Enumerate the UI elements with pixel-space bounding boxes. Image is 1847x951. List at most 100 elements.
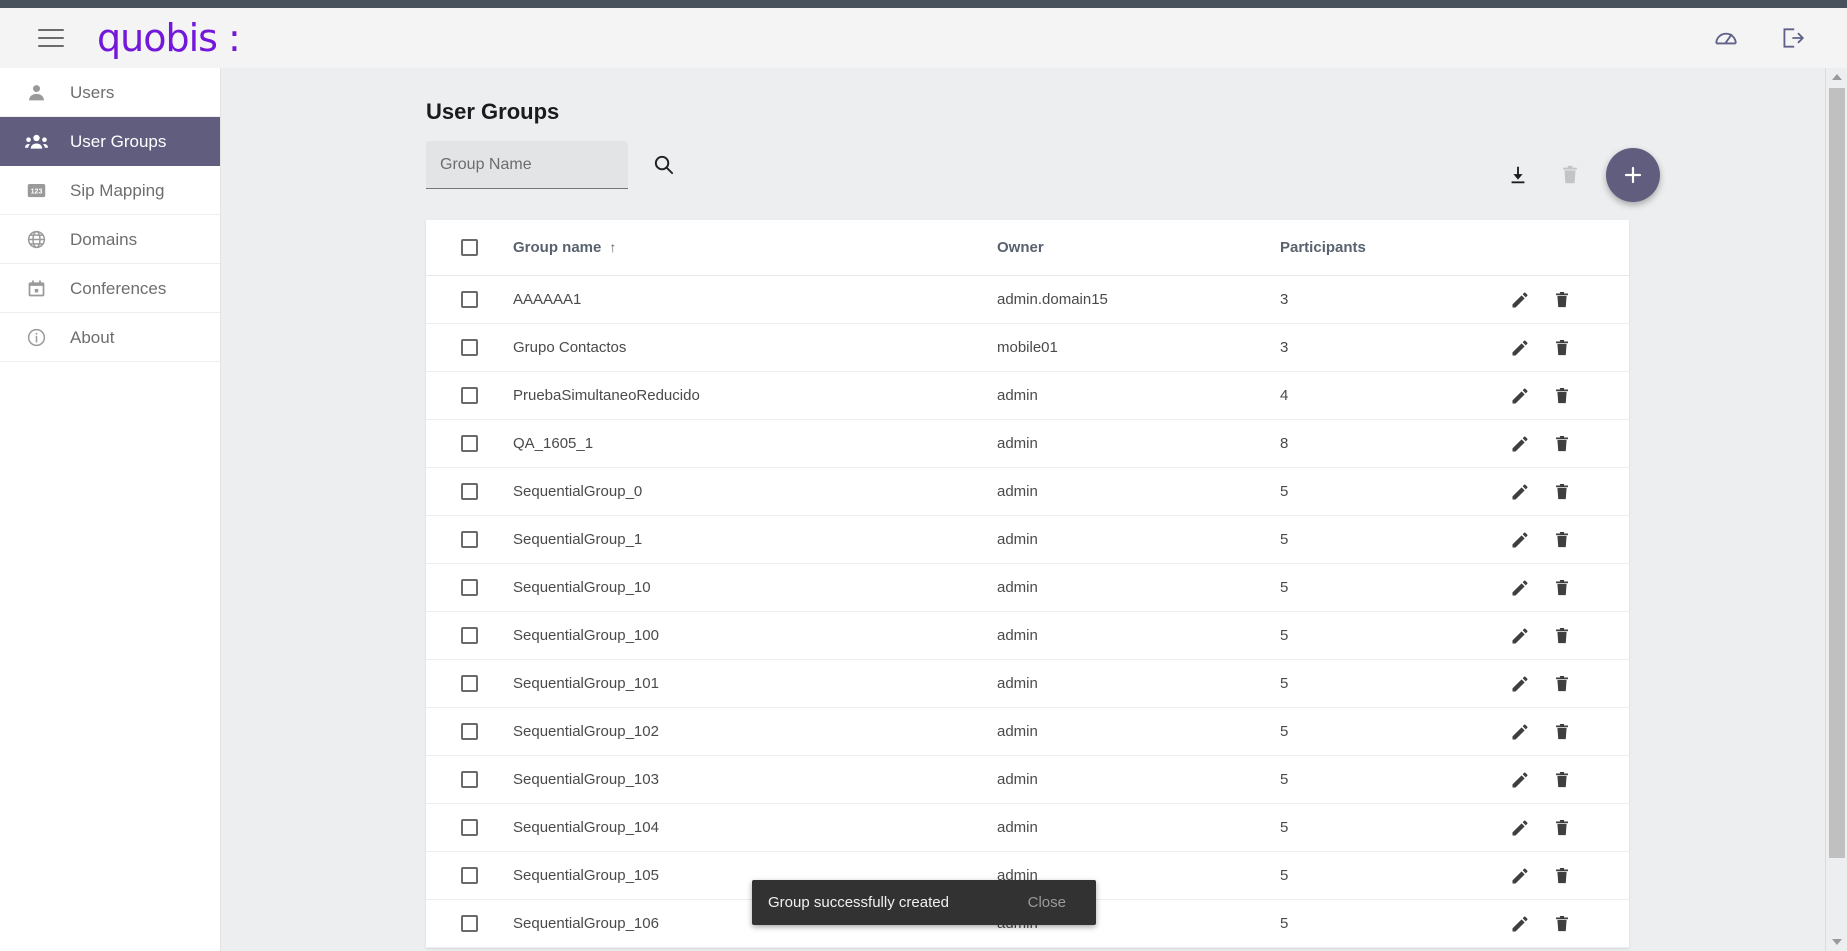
sidebar-item-sip-mapping[interactable]: 123 Sip Mapping — [0, 166, 220, 215]
edit-icon[interactable] — [1510, 290, 1530, 310]
delete-icon[interactable] — [1552, 866, 1572, 886]
table-row[interactable]: SequentialGroup_104 admin 5 — [426, 804, 1629, 852]
edit-icon[interactable] — [1510, 386, 1530, 406]
row-checkbox[interactable] — [460, 387, 478, 404]
appbar-actions — [1713, 25, 1805, 51]
row-checkbox[interactable] — [460, 819, 478, 836]
delete-icon[interactable] — [1552, 818, 1572, 838]
sidebar-item-domains[interactable]: Domains — [0, 215, 220, 264]
cell-participants: 5 — [1280, 723, 1289, 740]
page-scrollbar[interactable] — [1825, 68, 1847, 951]
delete-icon[interactable] — [1552, 530, 1572, 550]
cell-participants: 5 — [1280, 771, 1289, 788]
delete-icon[interactable] — [1552, 722, 1572, 742]
column-header-participants[interactable]: Participants — [1280, 239, 1495, 256]
group-icon — [22, 129, 50, 153]
scroll-down-icon[interactable] — [1826, 933, 1847, 951]
cell-group-name: AAAAAA1 — [513, 291, 582, 308]
cell-participants: 5 — [1280, 579, 1289, 596]
row-actions — [1495, 674, 1629, 694]
edit-icon[interactable] — [1510, 818, 1530, 838]
sidebar-item-users[interactable]: Users — [0, 68, 220, 117]
table-row[interactable]: SequentialGroup_101 admin 5 — [426, 660, 1629, 708]
row-checkbox[interactable] — [460, 675, 478, 692]
logout-icon[interactable] — [1779, 25, 1805, 51]
search-input[interactable] — [440, 155, 614, 174]
row-checkbox[interactable] — [460, 531, 478, 548]
delete-icon[interactable] — [1552, 338, 1572, 358]
table-row[interactable]: SequentialGroup_1 admin 5 — [426, 516, 1629, 564]
edit-icon[interactable] — [1510, 338, 1530, 358]
row-checkbox[interactable] — [460, 627, 478, 644]
app-bar: quobis : — [0, 8, 1847, 68]
column-header-label: Group name — [513, 239, 602, 256]
sidebar-item-conferences[interactable]: Conferences — [0, 264, 220, 313]
edit-icon[interactable] — [1510, 722, 1530, 742]
cell-participants: 5 — [1280, 531, 1289, 548]
search-icon[interactable] — [652, 153, 675, 181]
edit-icon[interactable] — [1510, 578, 1530, 598]
row-checkbox[interactable] — [460, 915, 478, 932]
sidebar-item-about[interactable]: About — [0, 313, 220, 362]
cell-group-name: SequentialGroup_0 — [513, 483, 643, 500]
search-field[interactable] — [426, 141, 628, 189]
edit-icon[interactable] — [1510, 914, 1530, 934]
delete-icon[interactable] — [1544, 149, 1596, 201]
dashboard-icon[interactable] — [1713, 25, 1739, 51]
table-row[interactable]: Grupo Contactos mobile01 3 — [426, 324, 1629, 372]
row-select-cell — [426, 723, 512, 740]
row-select-cell — [426, 483, 512, 500]
row-checkbox[interactable] — [460, 723, 478, 740]
row-actions — [1495, 530, 1629, 550]
table-row[interactable]: SequentialGroup_102 admin 5 — [426, 708, 1629, 756]
table-row[interactable]: QA_1605_1 admin 8 — [426, 420, 1629, 468]
cell-owner: admin — [997, 771, 1038, 788]
row-checkbox[interactable] — [460, 579, 478, 596]
edit-icon[interactable] — [1510, 674, 1530, 694]
delete-icon[interactable] — [1552, 386, 1572, 406]
table-row[interactable]: SequentialGroup_103 admin 5 — [426, 756, 1629, 804]
hamburger-icon[interactable] — [38, 29, 64, 47]
row-checkbox[interactable] — [460, 291, 478, 308]
delete-icon[interactable] — [1552, 434, 1572, 454]
scroll-up-icon[interactable] — [1826, 68, 1847, 86]
table-row[interactable]: SequentialGroup_0 admin 5 — [426, 468, 1629, 516]
row-checkbox[interactable] — [460, 435, 478, 452]
row-actions — [1495, 290, 1629, 310]
edit-icon[interactable] — [1510, 434, 1530, 454]
edit-icon[interactable] — [1510, 770, 1530, 790]
edit-icon[interactable] — [1510, 626, 1530, 646]
delete-icon[interactable] — [1552, 770, 1572, 790]
user-groups-table: Group name ↑ Owner Participants AAAAAA1 ad… — [426, 220, 1629, 948]
table-row[interactable]: SequentialGroup_100 admin 5 — [426, 612, 1629, 660]
download-icon[interactable] — [1492, 149, 1544, 201]
row-actions — [1495, 338, 1629, 358]
table-row[interactable]: SequentialGroup_10 admin 5 — [426, 564, 1629, 612]
table-row[interactable]: PruebaSimultaneoReducido admin 4 — [426, 372, 1629, 420]
cell-group-name: SequentialGroup_1 — [513, 531, 643, 548]
add-group-button[interactable] — [1606, 148, 1660, 202]
row-checkbox[interactable] — [460, 339, 478, 356]
row-checkbox[interactable] — [460, 483, 478, 500]
delete-icon[interactable] — [1552, 674, 1572, 694]
sidebar-item-user-groups[interactable]: User Groups — [0, 117, 220, 166]
edit-icon[interactable] — [1510, 866, 1530, 886]
snackbar-close-button[interactable]: Close — [1028, 894, 1066, 911]
calendar-icon — [22, 276, 50, 300]
delete-icon[interactable] — [1552, 482, 1572, 502]
table-row[interactable]: AAAAAA1 admin.domain15 3 — [426, 276, 1629, 324]
scrollbar-thumb[interactable] — [1829, 88, 1845, 858]
edit-icon[interactable] — [1510, 482, 1530, 502]
svg-text:123: 123 — [30, 188, 42, 195]
sort-ascending-icon: ↑ — [609, 239, 617, 255]
column-header-owner[interactable]: Owner — [997, 239, 1280, 256]
delete-icon[interactable] — [1552, 914, 1572, 934]
select-all-checkbox[interactable] — [460, 239, 478, 256]
delete-icon[interactable] — [1552, 578, 1572, 598]
delete-icon[interactable] — [1552, 290, 1572, 310]
edit-icon[interactable] — [1510, 530, 1530, 550]
row-checkbox[interactable] — [460, 771, 478, 788]
delete-icon[interactable] — [1552, 626, 1572, 646]
column-header-group-name[interactable]: Group name ↑ — [512, 239, 997, 256]
row-checkbox[interactable] — [460, 867, 478, 884]
